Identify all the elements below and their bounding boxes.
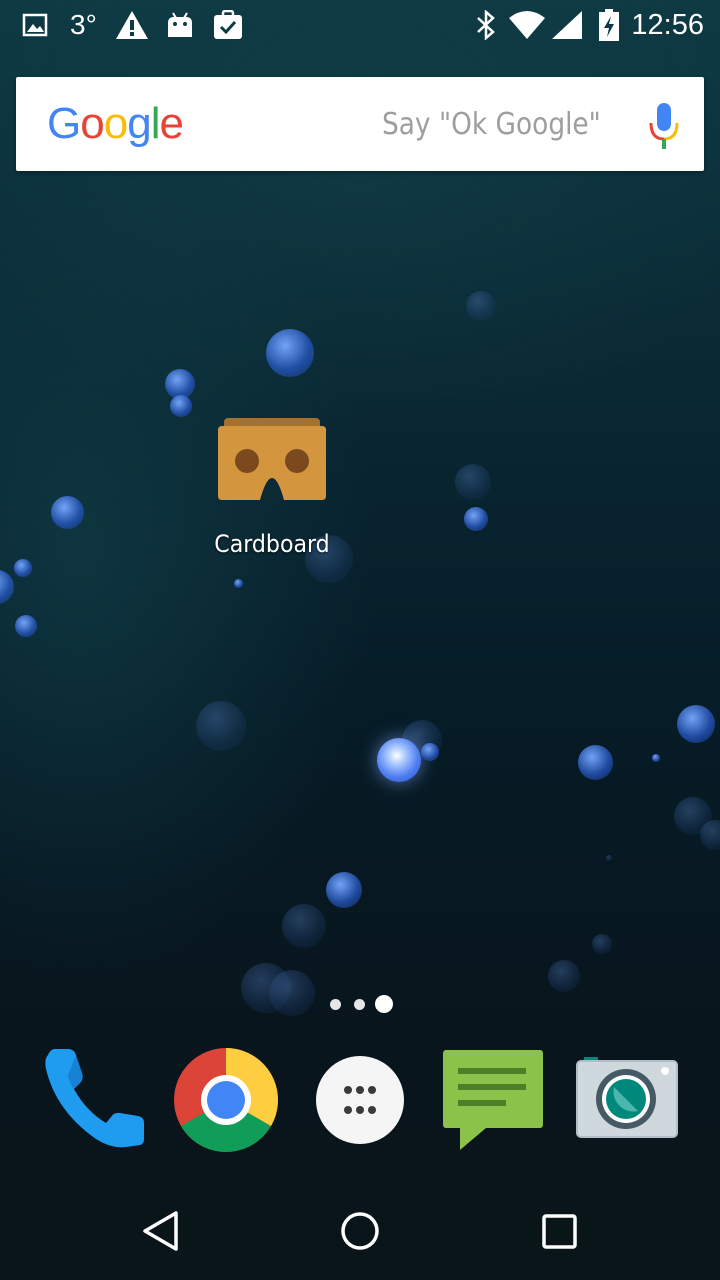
google-logo-letter: o	[103, 99, 129, 148]
search-hint: Say "Ok Google"	[382, 107, 601, 142]
gallery-icon	[22, 8, 48, 42]
google-logo-letter: o	[80, 99, 105, 148]
google-logo: Google	[47, 99, 184, 149]
app-drawer-icon[interactable]	[315, 1055, 405, 1145]
cardboard-icon	[216, 418, 328, 502]
google-search-bar[interactable]: Google Say "Ok Google"	[16, 77, 704, 171]
google-logo-letter: G	[47, 99, 81, 148]
temperature-text: 3°	[70, 9, 97, 40]
status-bar: 3° 12:56	[0, 0, 720, 50]
page-dot-1	[330, 999, 341, 1010]
home-icon[interactable]	[339, 1210, 381, 1252]
wifi-icon	[508, 8, 546, 42]
google-logo-letter: g	[127, 99, 152, 148]
page-indicator	[326, 993, 396, 1015]
cell-signal-icon	[551, 8, 583, 42]
google-logo-letter: l	[150, 99, 161, 148]
back-icon[interactable]	[140, 1210, 182, 1252]
chrome-icon[interactable]	[173, 1047, 279, 1153]
recents-icon[interactable]	[540, 1212, 580, 1252]
bluetooth-icon	[475, 8, 497, 42]
warning-icon	[115, 8, 149, 42]
phone-icon[interactable]	[40, 1045, 148, 1153]
android-icon	[167, 8, 193, 42]
camera-icon[interactable]	[576, 1057, 678, 1139]
page-dot-3-current	[375, 995, 393, 1013]
page-dot-2	[354, 999, 365, 1010]
google-logo-letter: e	[159, 99, 184, 148]
clipboard-check-icon	[213, 8, 243, 42]
clock: 12:56	[631, 8, 704, 41]
messenger-icon[interactable]	[442, 1048, 544, 1152]
battery-charging-icon	[598, 8, 620, 42]
mic-icon[interactable]	[646, 101, 682, 151]
app-label: Cardboard	[214, 530, 330, 558]
